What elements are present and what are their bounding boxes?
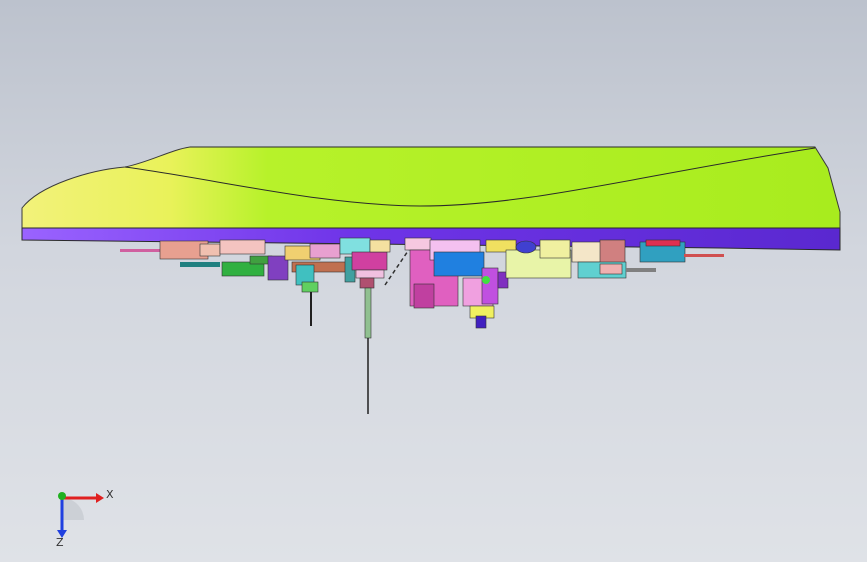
x-axis-label: X [106, 488, 114, 501]
center-assembly[interactable] [351, 237, 517, 414]
z-axis-label: Z [56, 536, 64, 548]
orientation-triad[interactable]: X Z [40, 478, 130, 549]
y-axis-indicator [58, 492, 66, 500]
left-assembly[interactable] [120, 237, 371, 326]
die-plate[interactable] [21, 146, 841, 251]
cad-viewport[interactable]: X Z [0, 0, 867, 562]
model-canvas[interactable] [0, 0, 867, 562]
